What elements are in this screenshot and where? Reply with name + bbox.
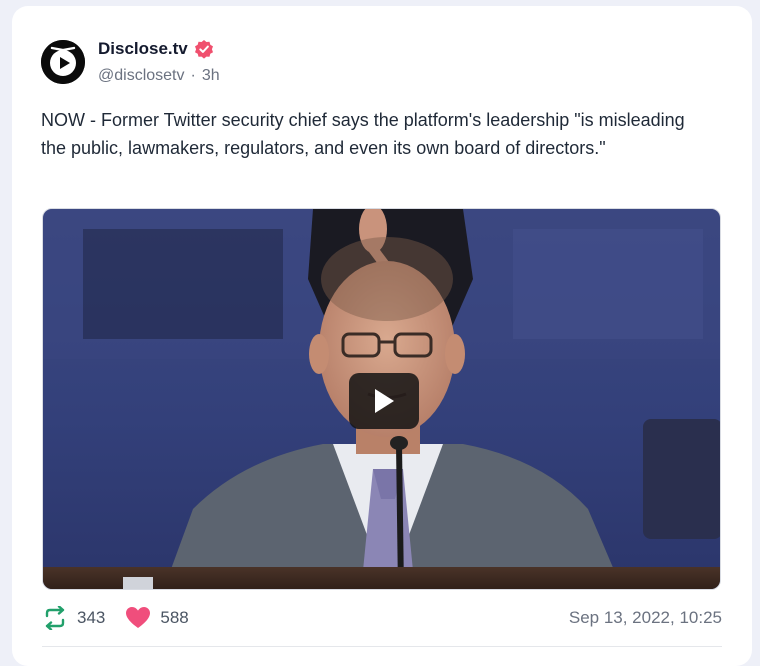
like-button[interactable]: 588 (125, 606, 189, 630)
time-ago[interactable]: 3h (202, 67, 220, 85)
divider (42, 646, 722, 647)
tweet-card: Disclose.tv @disclosetv · 3h NOW - Forme… (12, 6, 752, 666)
author-handle[interactable]: @disclosetv (98, 67, 185, 85)
play-button[interactable] (349, 373, 419, 429)
play-icon (375, 389, 394, 413)
author-display-name[interactable]: Disclose.tv (98, 39, 188, 59)
like-count: 588 (160, 608, 189, 627)
tweet-footer: 343 588 Sep 13, 2022, 10:25 (42, 604, 722, 632)
tweet-text: NOW - Former Twitter security chief says… (41, 110, 685, 158)
tweet-timestamp[interactable]: Sep 13, 2022, 10:25 (569, 608, 722, 628)
retweet-count: 343 (77, 608, 106, 627)
author-names: Disclose.tv @disclosetv · 3h (98, 39, 220, 85)
heart-icon (126, 607, 151, 628)
meta-separator: · (190, 67, 196, 84)
video-player[interactable] (42, 208, 721, 590)
retweet-icon (45, 606, 65, 630)
retweet-button[interactable]: 343 (42, 606, 105, 630)
tweet-header: Disclose.tv @disclosetv · 3h (41, 39, 220, 85)
author-meta: @disclosetv · 3h (98, 67, 220, 85)
verified-badge-icon (194, 40, 213, 59)
avatar[interactable] (41, 40, 85, 84)
disclose-logo-icon (41, 40, 85, 84)
